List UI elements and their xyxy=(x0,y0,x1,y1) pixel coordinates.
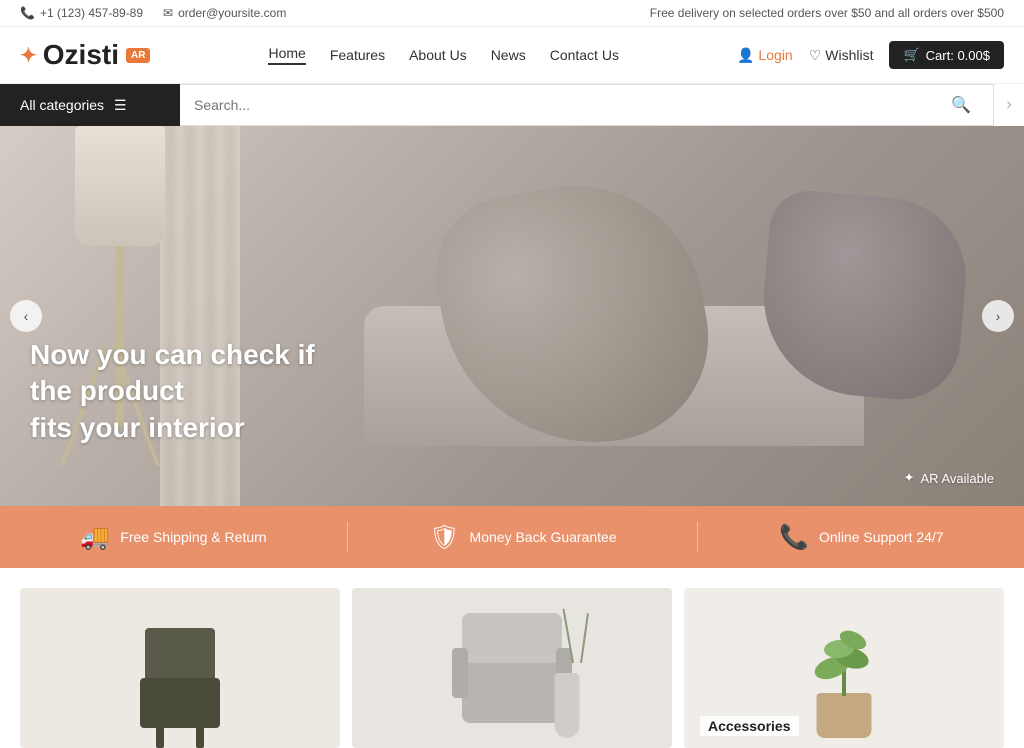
hero-slider: Now you can check if the product fits yo… xyxy=(0,126,1024,506)
hero-ar-badge: ✦ AR Available xyxy=(904,470,994,486)
cart-button[interactable]: 🛒 Cart: 0.00$ xyxy=(889,41,1004,69)
feature-shipping-label: Free Shipping & Return xyxy=(120,529,266,545)
ar-badge-text: AR Available xyxy=(921,471,994,486)
products-section: Accessories xyxy=(0,568,1024,748)
plant-pot xyxy=(817,693,872,738)
sofa-visual xyxy=(364,166,984,446)
chair-seat xyxy=(140,678,220,728)
menu-icon: ☰ xyxy=(114,97,127,114)
search-input[interactable] xyxy=(194,97,943,113)
email-address: order@yoursite.com xyxy=(178,6,286,20)
product-card-chair[interactable] xyxy=(20,588,340,748)
vase-decoration xyxy=(555,673,580,738)
email-icon: ✉ xyxy=(163,6,173,20)
product-card-armchair[interactable] xyxy=(352,588,672,748)
nav-item-contact[interactable]: Contact Us xyxy=(550,47,619,63)
search-nav-arrow[interactable]: › xyxy=(994,84,1024,126)
phone-number: +1 (123) 457-89-89 xyxy=(40,6,143,20)
email-info: ✉ order@yoursite.com xyxy=(163,6,286,20)
phone-info: 📞 +1 (123) 457-89-89 xyxy=(20,6,143,20)
logo-icon: ✦ xyxy=(20,43,37,68)
hero-headline-line2: fits your interior xyxy=(30,412,245,443)
moneyback-icon: 🛡 xyxy=(429,523,459,552)
main-nav: Home Features About Us News Contact Us xyxy=(268,45,618,65)
logo-ar-badge: AR xyxy=(126,48,150,63)
cart-label: Cart: 0.00$ xyxy=(926,48,990,63)
wishlist-label: Wishlist xyxy=(825,47,873,63)
armchair-arm-left xyxy=(452,648,468,698)
feature-divider-1 xyxy=(347,522,348,552)
nav-item-news[interactable]: News xyxy=(491,47,526,63)
hero-background xyxy=(0,126,1024,506)
user-icon: 👤 xyxy=(737,47,754,64)
logo[interactable]: ✦ Ozisti AR xyxy=(20,39,150,71)
nav-item-about[interactable]: About Us xyxy=(409,47,467,63)
header: ✦ Ozisti AR Home Features About Us News … xyxy=(0,27,1024,84)
nav-actions: 👤 Login ♡ Wishlist 🛒 Cart: 0.00$ xyxy=(737,41,1004,69)
feature-divider-2 xyxy=(697,522,698,552)
search-icon[interactable]: 🔍 xyxy=(943,95,979,115)
features-bar: 🚚 Free Shipping & Return 🛡 Money Back Gu… xyxy=(0,506,1024,568)
feature-support-label: Online Support 24/7 xyxy=(819,529,944,545)
feature-moneyback: 🛡 Money Back Guarantee xyxy=(429,523,617,552)
heart-icon: ♡ xyxy=(809,47,822,64)
shipping-icon: 🚚 xyxy=(80,523,110,552)
hero-headline: Now you can check if the product fits yo… xyxy=(30,337,350,446)
armchair-visual xyxy=(352,588,672,748)
vase-stem2 xyxy=(580,613,589,663)
login-label: Login xyxy=(758,47,792,63)
hero-next-button[interactable]: › xyxy=(982,300,1014,332)
wishlist-button[interactable]: ♡ Wishlist xyxy=(809,47,874,64)
nav-item-home[interactable]: Home xyxy=(268,45,305,65)
login-button[interactable]: 👤 Login xyxy=(737,47,793,64)
logo-text: Ozisti xyxy=(43,39,119,71)
lamp-shade xyxy=(75,126,165,246)
feature-support: 📞 Online Support 24/7 xyxy=(779,523,943,552)
product-card-accessories[interactable]: Accessories xyxy=(684,588,1004,748)
chair-visual xyxy=(20,588,340,748)
topbar: 📞 +1 (123) 457-89-89 ✉ order@yoursite.co… xyxy=(0,0,1024,27)
support-icon: 📞 xyxy=(779,523,809,552)
search-bar: All categories ☰ 🔍 › xyxy=(0,84,1024,126)
hero-headline-line1: Now you can check if the product xyxy=(30,339,315,406)
search-input-wrap: 🔍 xyxy=(180,84,994,126)
product-card-accessories-label: Accessories xyxy=(700,716,799,736)
chair-back xyxy=(145,628,215,683)
categories-button[interactable]: All categories ☰ xyxy=(0,84,180,126)
nav-item-features[interactable]: Features xyxy=(330,47,385,63)
ar-icon: ✦ xyxy=(904,470,915,486)
phone-icon: 📞 xyxy=(20,6,35,20)
armchair-body xyxy=(462,663,562,723)
feature-shipping: 🚚 Free Shipping & Return xyxy=(80,523,266,552)
delivery-notice: Free delivery on selected orders over $5… xyxy=(650,6,1004,20)
hero-prev-button[interactable]: ‹ xyxy=(10,300,42,332)
categories-label: All categories xyxy=(20,97,104,113)
hero-overlay: Now you can check if the product fits yo… xyxy=(30,337,350,446)
feature-moneyback-label: Money Back Guarantee xyxy=(470,529,617,545)
cart-icon: 🛒 xyxy=(903,47,919,63)
topbar-left: 📞 +1 (123) 457-89-89 ✉ order@yoursite.co… xyxy=(20,6,286,20)
